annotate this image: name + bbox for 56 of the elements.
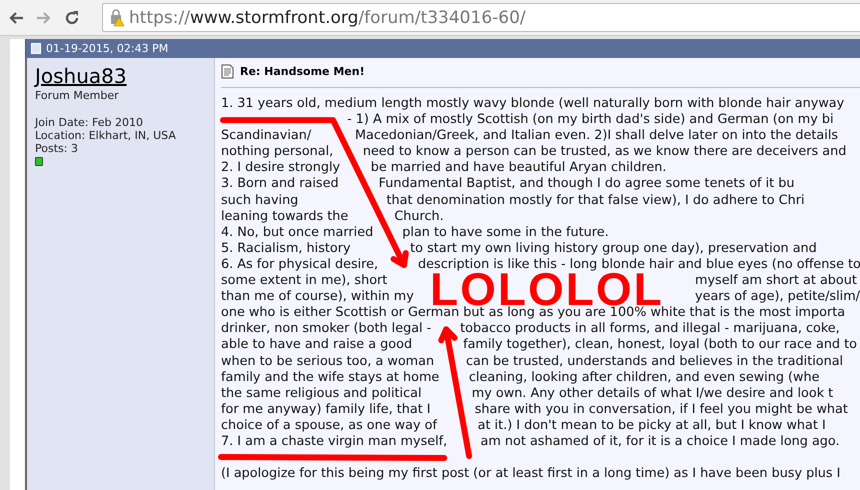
post-text: family together), clean, honest, loyal (both to our race and to	[463, 337, 857, 354]
post-text: than me of course), within my	[221, 289, 414, 304]
post-text: Scandinavian/	[221, 128, 312, 144]
post-text: at it.) I don't mean to be picky at all, but I know what I	[478, 418, 826, 434]
post-text: am not ashamed of it, for it is a choice I made long ago.	[480, 434, 840, 450]
post-text: share with you in conversation, if I feel you might be what	[474, 402, 848, 418]
user-detail: Join Date: Feb 2010	[35, 116, 144, 129]
post-text: can be trusted, understands and believes in the traditional	[466, 354, 844, 370]
post-text: choice of a spouse, as one way of	[221, 418, 437, 434]
post-text: cleaning, looking after children, and even sewing (whe	[468, 370, 820, 386]
back-icon[interactable]	[8, 10, 24, 24]
user-title: Forum Member	[35, 89, 120, 102]
post-text-line: (I apologize for this being my first post (or at least first in a long time) as I have been busy plus I	[221, 466, 840, 482]
post-text: leaning towards the	[221, 208, 348, 225]
user-detail: Posts: 3	[35, 142, 79, 155]
post-text-line: 1. 31 years old, medium length mostly wavy blonde (well naturally born with blonde hair anyway	[221, 96, 844, 111]
warning-lock-icon	[109, 8, 125, 26]
post-text: be married and have beautiful Aryan children.	[370, 160, 666, 176]
post-text: 2. I desire strongly	[221, 160, 340, 176]
post-text: tobacco products in all forms, and illegal - marijuana, coke,	[460, 321, 840, 338]
post-text: 6. As for physical desire,	[221, 256, 378, 274]
post-text: need to know a person can be trusted, as we know there are deceivers and	[362, 144, 846, 160]
post-text: some extent in me), short	[221, 273, 388, 288]
post-text: able to have and raise a good	[221, 337, 412, 354]
address-bar[interactable]: https://www.stormfront.org/forum/t334016-60/	[102, 3, 860, 32]
post-text: when to be serious too, a woman	[221, 354, 434, 370]
post-text: the same religious and political	[221, 386, 422, 402]
post-text: years of age), petite/slim/	[695, 289, 860, 304]
post-text: Macedonian/Greek, and Italian even. 2)I shall delve later on into the details	[354, 128, 838, 144]
post-text: description is like this - long blonde hair and blue eyes (no offense to	[418, 256, 860, 272]
post-text: that denomination mostly for that false view), I do adhere to Chri	[386, 192, 805, 209]
username-link[interactable]: Joshua83	[35, 64, 206, 88]
post-text: 5. Racialism, history	[221, 240, 351, 257]
user-detail: Location: Elkhart, IN, USA	[35, 129, 177, 142]
reload-icon[interactable]	[64, 10, 80, 26]
post-text-line: one who is either Scottish or German but as long as you are 100% white that is the most importa	[221, 305, 846, 320]
post-title: Re: Handsome Men!	[240, 65, 365, 78]
post-text: 4. No, but once married	[221, 224, 374, 241]
post-text: Church.	[394, 208, 444, 225]
post-icon	[31, 43, 41, 54]
post-text: - 1) A mix of mostly Scottish (on my birth dad's side) and German (on my bi	[347, 112, 834, 128]
annotation-text: LOLOLOL	[430, 273, 664, 306]
post-text: 7. I am a chaste virgin man myself,	[221, 434, 448, 450]
post-text: family and the wife stays at home	[221, 370, 440, 386]
post-text: plan to have some in the future.	[402, 224, 609, 241]
post-text: drinker, non smoker (both legal -	[221, 321, 432, 338]
post-text: myself am short at about	[695, 273, 857, 288]
document-icon	[221, 64, 234, 79]
post-text: for me anyway) family life, that I	[221, 402, 431, 418]
post-text: Fundamental Baptist, and though I do agree some tenets of it bu	[378, 176, 794, 193]
post-text: nothing personal,	[221, 144, 334, 160]
post-text: my own. Any other details of what I/we desire and look t	[472, 386, 834, 402]
post-text: such having	[221, 192, 298, 209]
post-date: 01-19-2015, 02:43 PM	[46, 42, 168, 55]
post-text: to start my own living history group one day), preservation and	[410, 240, 817, 257]
post-text: 3. Born and raised	[221, 176, 339, 193]
